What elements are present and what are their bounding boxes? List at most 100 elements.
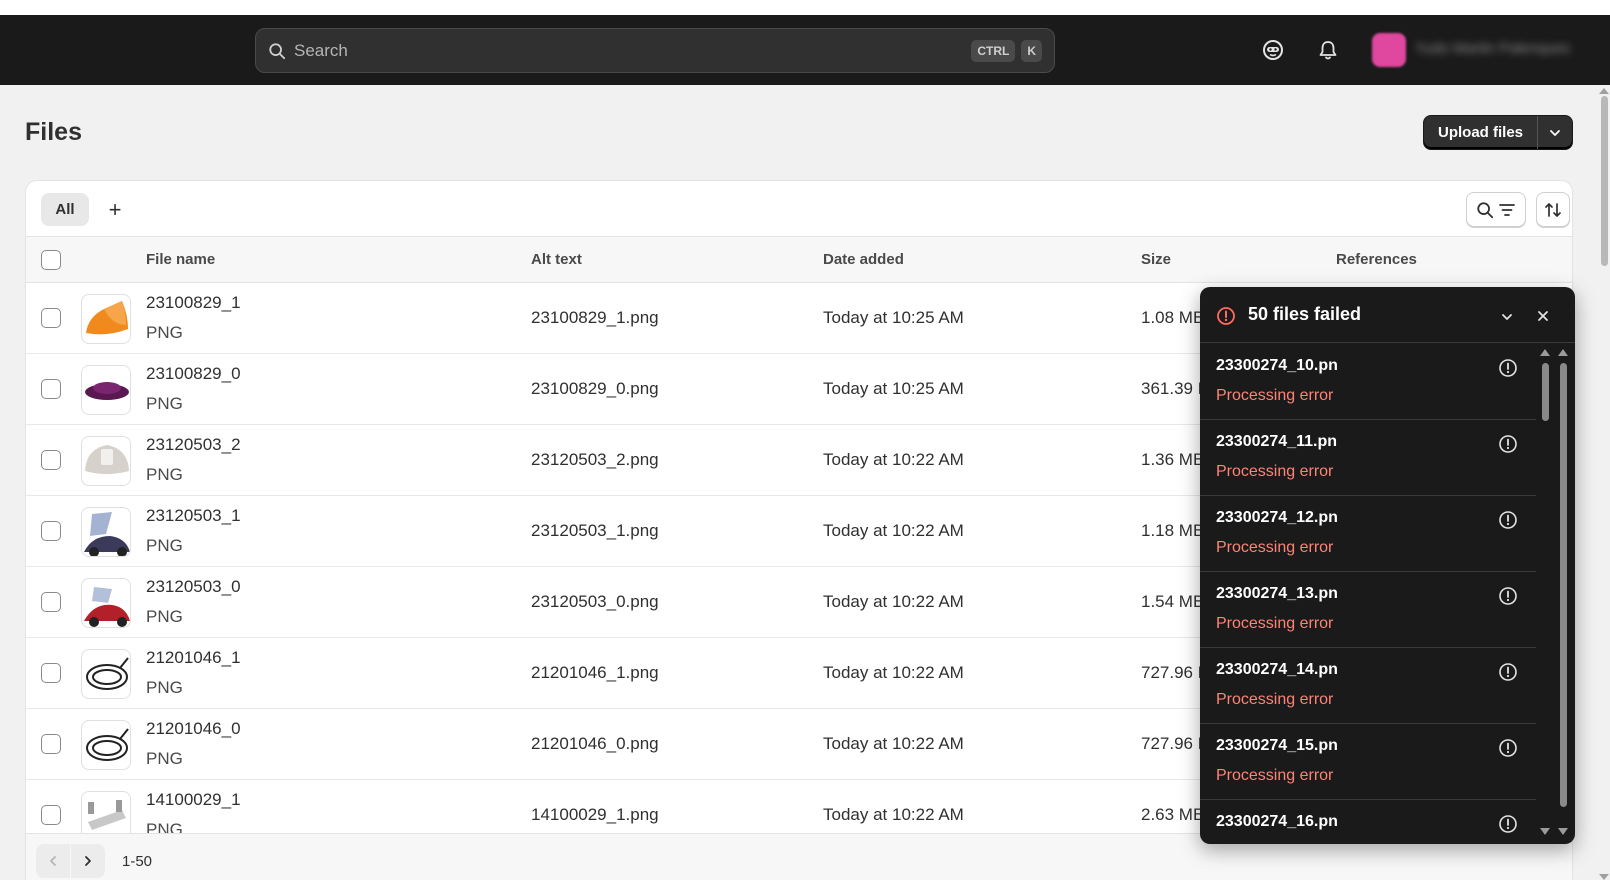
page-scroll-down-arrow[interactable]	[1599, 874, 1609, 880]
file-type: PNG	[146, 678, 183, 697]
alert-circle-icon	[1217, 307, 1235, 325]
row-checkbox[interactable]	[41, 308, 61, 328]
page-scrollbar[interactable]	[1598, 88, 1610, 880]
header-file-name[interactable]: File name	[146, 251, 215, 268]
search-bar[interactable]: CTRL K	[255, 28, 1055, 73]
alt-text: 23120503_1.png	[531, 521, 659, 540]
header-size[interactable]: Size	[1141, 251, 1171, 268]
search-icon	[269, 42, 286, 59]
file-name[interactable]: 21201046_0	[146, 719, 241, 739]
failed-file-name: 23300274_15.pn	[1216, 737, 1338, 754]
failed-file-status: Processing error	[1216, 691, 1334, 708]
shortcut-k-badge: K	[1021, 39, 1042, 62]
chevron-down-icon	[1550, 129, 1560, 136]
filter-icon	[1499, 203, 1515, 216]
info-circle-icon[interactable]	[1498, 358, 1518, 378]
search-filter-button[interactable]	[1466, 192, 1526, 227]
failed-file-item[interactable]: 23300274_16.pn	[1200, 800, 1536, 844]
scroll-down-arrow[interactable]	[1540, 828, 1550, 835]
failed-file-item[interactable]: 23300274_14.pn Processing error	[1200, 648, 1536, 724]
file-type: PNG	[146, 323, 183, 342]
header-alt-text[interactable]: Alt text	[531, 251, 582, 268]
file-thumbnail[interactable]	[81, 649, 131, 699]
select-all-checkbox[interactable]	[41, 250, 61, 270]
inner-scrollbar[interactable]	[1540, 349, 1550, 835]
outer-scrollbar-thumb[interactable]	[1560, 363, 1567, 807]
alt-text: 21201046_1.png	[531, 663, 659, 682]
file-thumbnail[interactable]	[81, 578, 131, 628]
file-type: PNG	[146, 536, 183, 555]
header-references[interactable]: References	[1336, 251, 1417, 268]
failed-file-item[interactable]: 23300274_11.pn Processing error	[1200, 420, 1536, 496]
row-checkbox[interactable]	[41, 379, 61, 399]
page-scrollbar-thumb[interactable]	[1601, 96, 1608, 266]
failed-file-name: 23300274_12.pn	[1216, 509, 1338, 526]
row-checkbox[interactable]	[41, 734, 61, 754]
row-checkbox[interactable]	[41, 663, 61, 683]
info-circle-icon[interactable]	[1498, 662, 1518, 682]
info-circle-icon[interactable]	[1498, 434, 1518, 454]
row-checkbox[interactable]	[41, 592, 61, 612]
upload-options-button[interactable]	[1538, 116, 1572, 149]
file-name[interactable]: 23120503_2	[146, 435, 241, 455]
row-checkbox[interactable]	[41, 521, 61, 541]
upload-files-button[interactable]: Upload files	[1424, 116, 1539, 149]
tab-all[interactable]: All	[41, 193, 89, 226]
failed-file-name: 23300274_14.pn	[1216, 661, 1338, 678]
date-added: Today at 10:22 AM	[823, 734, 964, 753]
info-circle-icon[interactable]	[1498, 586, 1518, 606]
bell-icon[interactable]	[1315, 37, 1341, 63]
scroll-up-arrow[interactable]	[1558, 349, 1568, 356]
info-circle-icon[interactable]	[1498, 814, 1518, 834]
failed-file-item[interactable]: 23300274_15.pn Processing error	[1200, 724, 1536, 800]
outer-scrollbar[interactable]	[1558, 349, 1568, 835]
file-name[interactable]: 23120503_0	[146, 577, 241, 597]
failed-file-name: 23300274_11.pn	[1216, 433, 1337, 450]
file-name[interactable]: 23100829_0	[146, 364, 241, 384]
header-date-added[interactable]: Date added	[823, 251, 904, 268]
close-panel-button[interactable]	[1533, 306, 1553, 326]
close-icon	[1538, 311, 1548, 321]
table-header: File name Alt text Date added Size Refer…	[26, 237, 1572, 283]
search-input[interactable]	[294, 40, 966, 61]
info-circle-icon[interactable]	[1498, 510, 1518, 530]
file-name[interactable]: 23100829_1	[146, 293, 241, 313]
user-name[interactable]: Yudo Martin Palenques	[1415, 40, 1595, 60]
search-icon	[1477, 201, 1494, 218]
file-thumbnail[interactable]	[81, 294, 131, 344]
failed-file-status: Processing error	[1216, 615, 1334, 632]
file-thumbnail[interactable]	[81, 436, 131, 486]
collapse-panel-button[interactable]	[1497, 307, 1517, 327]
failed-file-item[interactable]: 23300274_10.pn Processing error	[1200, 344, 1536, 420]
sort-button[interactable]	[1536, 192, 1570, 227]
next-page-button[interactable]	[71, 844, 105, 878]
shortcut-ctrl-badge: CTRL	[971, 39, 1016, 62]
scroll-up-arrow[interactable]	[1540, 349, 1550, 356]
failed-file-status: Processing error	[1216, 767, 1334, 784]
browser-top-strip	[0, 0, 1610, 15]
row-checkbox[interactable]	[41, 450, 61, 470]
alt-text: 14100029_1.png	[531, 805, 659, 824]
file-thumbnail[interactable]	[81, 720, 131, 770]
page-scroll-up-arrow[interactable]	[1599, 88, 1609, 94]
file-size: 2.63 MB	[1141, 805, 1205, 824]
row-checkbox[interactable]	[41, 805, 61, 825]
failed-file-item[interactable]: 23300274_13.pn Processing error	[1200, 572, 1536, 648]
file-size: 1.08 MB	[1141, 308, 1205, 327]
file-thumbnail[interactable]	[81, 507, 131, 557]
failed-file-status: Processing error	[1216, 387, 1334, 404]
scroll-down-arrow[interactable]	[1558, 828, 1568, 835]
avatar[interactable]	[1372, 33, 1406, 67]
inner-scrollbar-thumb[interactable]	[1542, 363, 1549, 421]
file-name[interactable]: 21201046_1	[146, 648, 241, 668]
file-type: PNG	[146, 607, 183, 626]
add-view-button[interactable]: +	[101, 193, 129, 226]
file-thumbnail[interactable]	[81, 365, 131, 415]
file-name[interactable]: 23120503_1	[146, 506, 241, 526]
file-name[interactable]: 14100029_1	[146, 790, 241, 810]
failed-file-name: 23300274_10.pn	[1216, 357, 1338, 374]
info-circle-icon[interactable]	[1498, 738, 1518, 758]
failed-file-item[interactable]: 23300274_12.pn Processing error	[1200, 496, 1536, 572]
sidekick-icon[interactable]	[1260, 37, 1286, 63]
previous-page-button[interactable]	[36, 844, 70, 878]
